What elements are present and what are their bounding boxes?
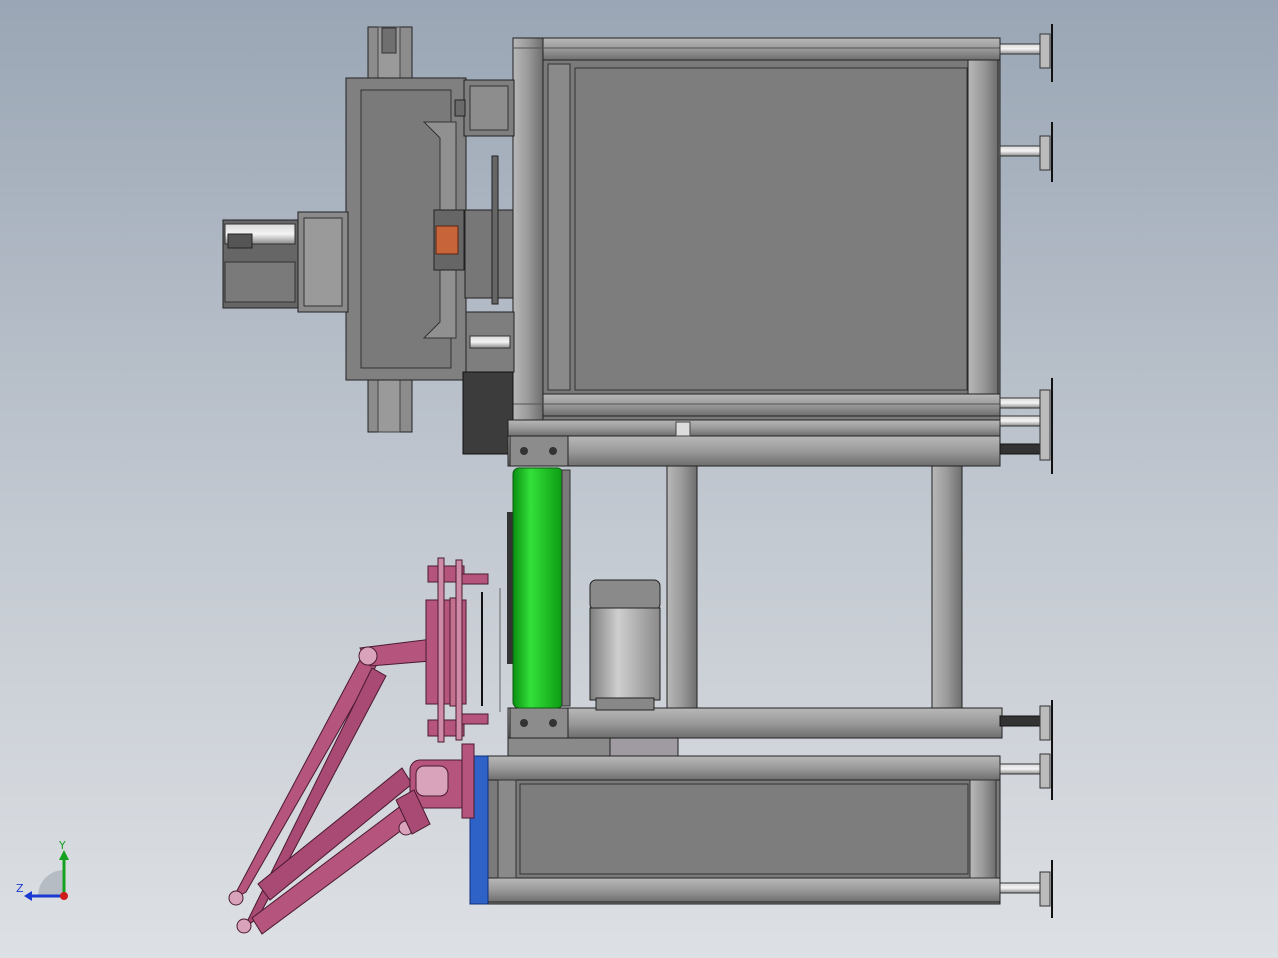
foot (999, 700, 1053, 744)
foot (999, 24, 1053, 82)
foot (999, 122, 1053, 182)
orange-coupling (435, 225, 459, 255)
lower-frame (469, 755, 1001, 905)
foot (999, 378, 1053, 474)
middle-beams (507, 419, 1003, 739)
upper-left-mechanism (222, 26, 515, 455)
x-axis-icon (60, 892, 68, 900)
upper-frame (512, 37, 1001, 421)
foot (999, 860, 1053, 918)
z-axis-label: Z (16, 882, 24, 895)
robot-arm (228, 557, 501, 935)
upper-panel (574, 67, 968, 391)
cad-viewport[interactable]: Y Z (0, 0, 1278, 958)
foot (999, 744, 1053, 800)
y-axis-label: Y (58, 839, 66, 852)
cad-model-drawing[interactable]: Y Z (0, 0, 1278, 958)
lower-panel (519, 783, 969, 875)
coordinate-triad: Y Z (16, 839, 69, 901)
leveling-feet (999, 24, 1053, 918)
green-roller (507, 467, 571, 709)
